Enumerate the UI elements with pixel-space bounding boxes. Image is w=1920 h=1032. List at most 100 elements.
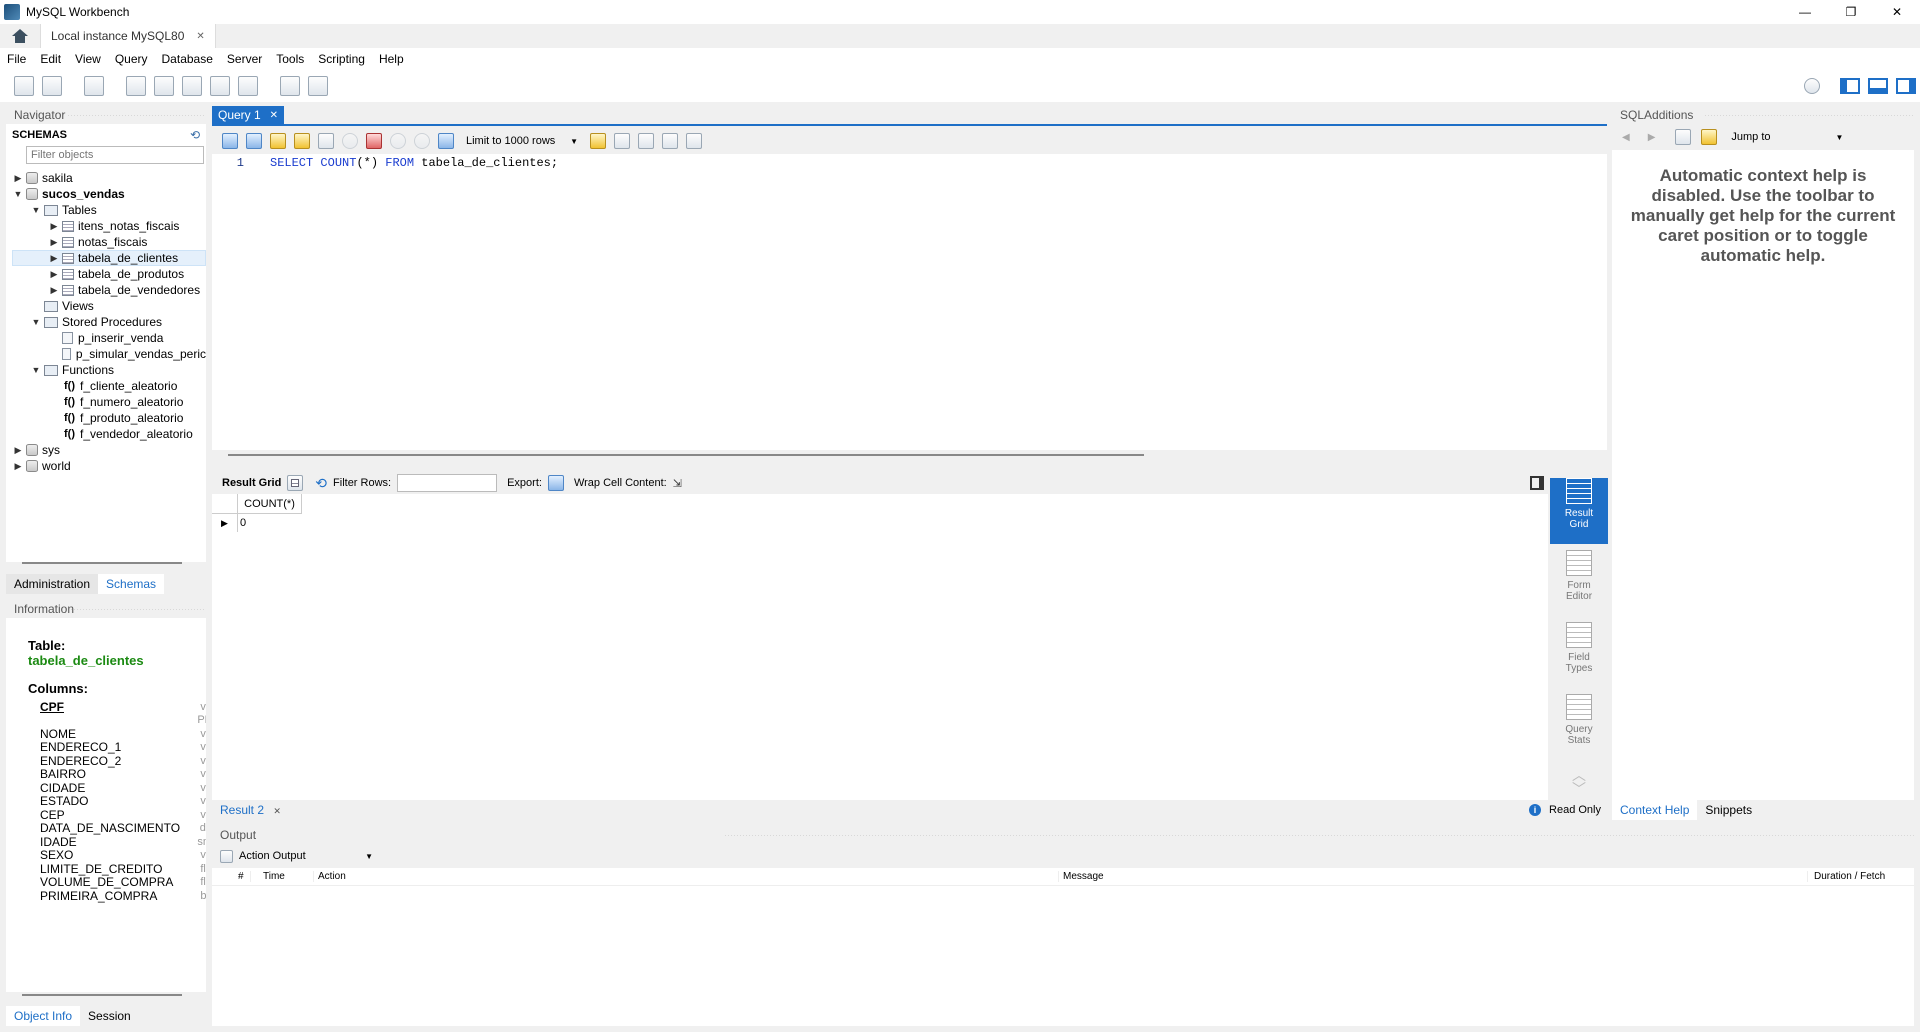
collapse-icon[interactable]: ▼ [30,314,42,330]
collapse-icon[interactable]: ▼ [30,202,42,218]
close-window-button[interactable]: ✕ [1874,5,1920,19]
create-schema-icon[interactable] [126,76,146,96]
open-sql-script-icon[interactable] [42,76,62,96]
tab-administration[interactable]: Administration [6,574,99,594]
editor-hscrollbar[interactable] [228,454,1144,456]
toggle-sidebar-icon[interactable] [1840,78,1860,94]
commit-icon[interactable] [390,133,406,149]
table-item[interactable]: ▶ notas_fiscais [12,234,206,250]
preferences-icon[interactable] [1804,78,1820,94]
expand-icon[interactable]: ▶ [48,282,60,298]
execute-current-icon[interactable] [294,133,310,149]
find-icon[interactable] [638,133,654,149]
jump-to-select[interactable]: Jump to ▼ [1727,127,1847,147]
function-item[interactable]: f() f_numero_aleatorio [12,394,206,410]
tab-snippets[interactable]: Snippets [1697,800,1760,820]
function-item[interactable]: f() f_produto_aleatorio [12,410,206,426]
side-tab-field-types[interactable]: Field Types [1550,622,1608,688]
expand-icon[interactable]: ▶ [48,266,60,282]
search-table-data-icon[interactable] [280,76,300,96]
execute-icon[interactable] [270,133,286,149]
limit-rows-select[interactable]: Limit to 1000 rows ▼ [462,131,582,151]
filter-objects-input[interactable] [26,146,204,164]
tables-folder[interactable]: ▼ Tables [12,202,206,218]
tab-schemas[interactable]: Schemas [98,574,165,594]
toggle-secondary-sidebar-icon[interactable] [1896,78,1916,94]
menu-database[interactable]: Database [155,52,220,66]
toggle-panel-icon[interactable] [1530,476,1544,490]
connection-tab[interactable]: Local instance MySQL80 ✕ [40,24,216,48]
menu-server[interactable]: Server [220,52,269,66]
collapse-icon[interactable]: ▼ [30,362,42,378]
filter-rows-input[interactable] [397,474,498,492]
views-folder[interactable]: Views [12,298,206,314]
output-column-duration[interactable]: Duration / Fetch [1807,871,1885,882]
tab-object-info[interactable]: Object Info [6,1006,81,1026]
output-column-number[interactable]: # [212,871,250,882]
menu-edit[interactable]: Edit [33,52,68,66]
table-item[interactable]: ▶ itens_notas_fiscais [12,218,206,234]
refresh-icon[interactable]: ⟲ [315,475,327,492]
menu-view[interactable]: View [68,52,108,66]
create-view-icon[interactable] [182,76,202,96]
tab-context-help[interactable]: Context Help [1612,800,1698,820]
output-column-action[interactable]: Action [313,871,1058,882]
toggle-stop-on-error-icon[interactable] [366,133,382,149]
info-tabs-scrollbar[interactable] [22,994,182,996]
copy-icon[interactable] [220,849,233,863]
expand-icon[interactable]: ▶ [48,250,60,266]
expand-icon[interactable]: ▶ [12,442,24,458]
collapse-icon[interactable]: ▼ [12,186,24,202]
side-tab-result-grid[interactable]: Result Grid [1550,478,1608,544]
forward-icon[interactable]: ▶ [1648,132,1656,143]
beautify-icon[interactable] [614,133,630,149]
wrap-cell-icon[interactable]: ⇲ [673,477,682,490]
invisible-chars-icon[interactable] [662,133,678,149]
refresh-schemas-icon[interactable]: ⟲ [190,128,200,142]
explain-icon[interactable] [318,133,334,149]
functions-folder[interactable]: ▼ Functions [12,362,206,378]
open-file-icon[interactable] [222,133,238,149]
scroll-tabs-icon[interactable]: ︿ ﹀ [1550,768,1608,796]
menu-tools[interactable]: Tools [269,52,311,66]
inspector-icon[interactable] [84,76,104,96]
autocommit-icon[interactable] [438,133,454,149]
schema-sys[interactable]: ▶ sys [12,442,206,458]
word-wrap-icon[interactable] [686,133,702,149]
side-tab-query-stats[interactable]: Query Stats [1550,694,1608,760]
expand-icon[interactable]: ▶ [12,458,24,474]
grid-icon[interactable] [287,475,304,491]
table-item[interactable]: ▶ tabela_de_vendedores [12,282,206,298]
result-2-tab-close-icon[interactable]: ✕ [273,806,281,816]
minimize-button[interactable]: — [1782,5,1828,19]
result-2-tab[interactable]: Result 2 ✕ [212,800,289,820]
create-table-icon[interactable] [154,76,174,96]
expand-icon[interactable]: ▶ [12,170,24,186]
schema-sakila[interactable]: ▶ sakila [12,170,206,186]
function-item[interactable]: f() f_cliente_aleatorio [12,378,206,394]
navigator-scrollbar[interactable] [22,562,182,564]
grid-column-header[interactable]: COUNT(*) [238,494,302,514]
add-snippet-icon[interactable] [590,133,606,149]
schema-sucos-vendas[interactable]: ▼ sucos_vendas [12,186,206,202]
grid-cell[interactable]: 0 [238,517,246,529]
schema-world[interactable]: ▶ world [12,458,206,474]
save-file-icon[interactable] [246,133,262,149]
reconnect-icon[interactable] [308,76,328,96]
sql-editor[interactable]: 1 SELECT COUNT (*) FROM tabela_de_client… [212,154,1607,456]
tab-session[interactable]: Session [80,1006,139,1026]
query-tab[interactable]: Query 1 ✕ [212,106,284,124]
menu-file[interactable]: File [0,52,33,66]
procedures-folder[interactable]: ▼ Stored Procedures [12,314,206,330]
auto-help-icon[interactable] [1701,129,1718,145]
output-column-message[interactable]: Message [1058,871,1807,882]
new-sql-tab-icon[interactable] [14,76,34,96]
query-tab-close-icon[interactable]: ✕ [270,110,278,121]
home-icon[interactable] [0,24,40,48]
expand-icon[interactable]: ▶ [48,218,60,234]
create-function-icon[interactable] [238,76,258,96]
function-item[interactable]: f() f_vendedor_aleatorio [12,426,206,442]
menu-query[interactable]: Query [108,52,155,66]
menu-help[interactable]: Help [372,52,411,66]
procedure-item[interactable]: p_inserir_venda [12,330,206,346]
